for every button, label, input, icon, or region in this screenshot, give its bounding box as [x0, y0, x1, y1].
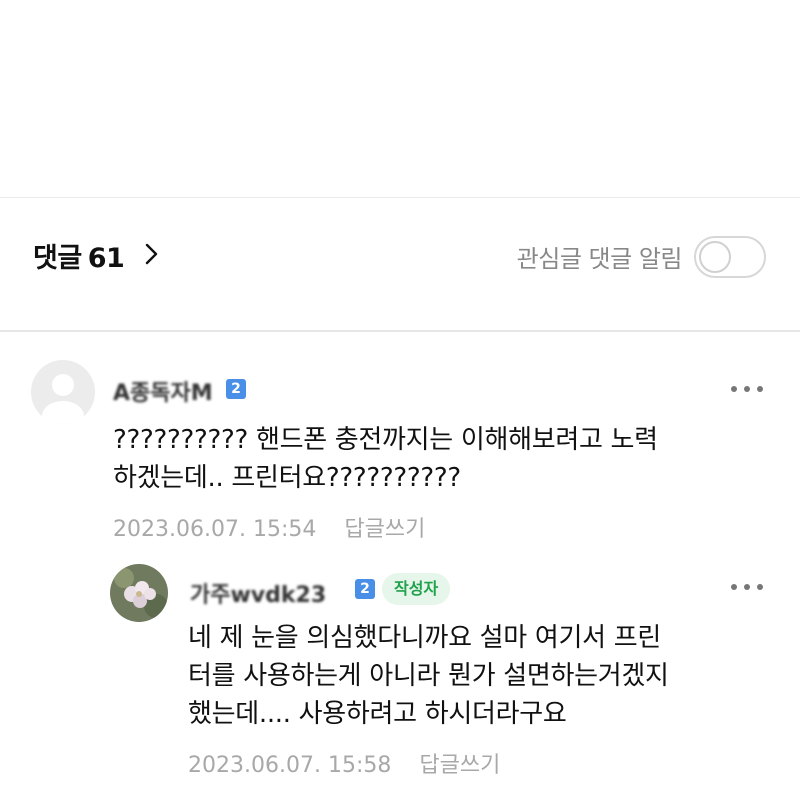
- reply-button[interactable]: 답글쓰기: [419, 753, 500, 778]
- comment-text-line: 하겠는데.. 프린터요??????????: [113, 463, 461, 493]
- reply-meta: 2023.06.07. 15:58 답글쓰기: [188, 747, 500, 779]
- comment-text-line: ?????????? 핸드폰 충전까지는 이해해보려고 노력: [113, 425, 658, 455]
- reply-text-line: 네 제 눈을 의심했다니까요 설마 여기서 프린: [188, 623, 661, 653]
- toggle-knob: [699, 241, 731, 273]
- header-divider: [0, 330, 800, 332]
- more-dots-icon[interactable]: [731, 384, 767, 394]
- reply-date: 2023.06.07. 15:58: [188, 753, 392, 778]
- reply-text-line: 했는데.... 사용하려고 하시더라구요: [188, 699, 567, 729]
- comments-count: 61: [87, 243, 125, 274]
- top-divider: [0, 197, 800, 198]
- comments-count-link[interactable]: 댓글 61: [33, 236, 125, 275]
- flower-avatar-icon[interactable]: [110, 564, 168, 622]
- comment-meta: 2023.06.07. 15:54 답글쓰기: [113, 511, 425, 543]
- reply-button[interactable]: 답글쓰기: [344, 517, 425, 542]
- chevron-right-icon[interactable]: [143, 241, 161, 267]
- level-badge: 2: [355, 579, 375, 599]
- reply-text: 네 제 눈을 의심했다니까요 설마 여기서 프린 터를 사용하는게 아니라 뭔가…: [188, 619, 778, 733]
- comments-header: 댓글 61 관심글 댓글 알림: [0, 225, 800, 285]
- more-dots-icon[interactable]: [731, 582, 767, 592]
- comment-alert-label: 관심글 댓글 알림: [516, 245, 683, 273]
- reply-text-line: 터를 사용하는게 아니라 뭔가 설면하는거겠지: [188, 661, 669, 691]
- default-avatar-icon[interactable]: [31, 360, 95, 424]
- comment-text: ?????????? 핸드폰 충전까지는 이해해보려고 노력 하겠는데.. 프린…: [113, 421, 773, 497]
- reply-nickname[interactable]: 가주wvdk23: [190, 577, 326, 609]
- level-badge: 2: [226, 379, 246, 399]
- author-badge: 작성자: [382, 573, 451, 605]
- comments-label: 댓글: [33, 243, 82, 274]
- comment-nickname[interactable]: A종독자M: [113, 375, 213, 407]
- comment-date: 2023.06.07. 15:54: [113, 517, 317, 542]
- comment-alert-toggle[interactable]: [694, 236, 766, 278]
